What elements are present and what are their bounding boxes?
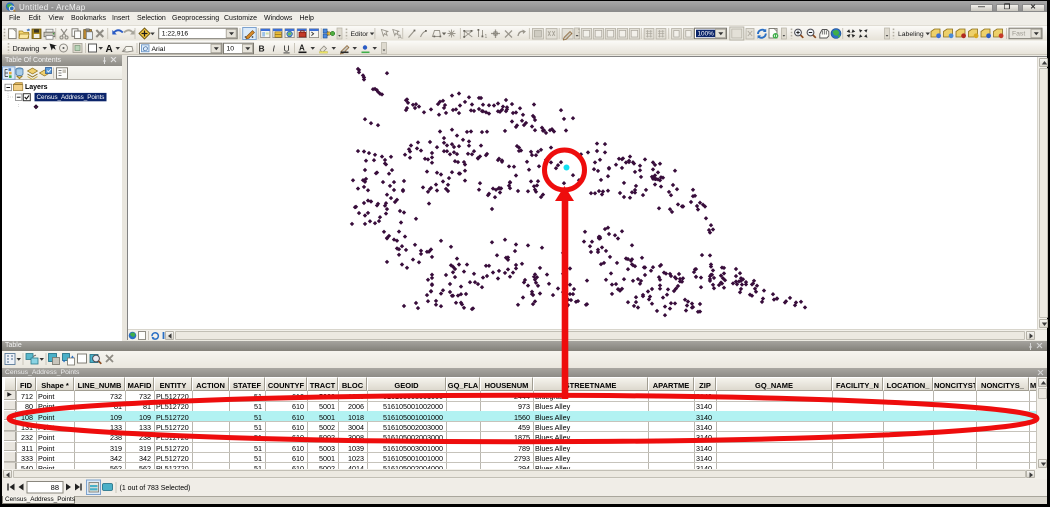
svg-text:B: B bbox=[259, 44, 265, 54]
svg-text:Drawing: Drawing bbox=[13, 44, 40, 53]
svg-text:A: A bbox=[299, 44, 305, 53]
svg-text:U: U bbox=[284, 44, 290, 54]
svg-text:1:22,916: 1:22,916 bbox=[162, 31, 189, 38]
svg-text:I: I bbox=[273, 44, 276, 54]
svg-text:A: A bbox=[106, 44, 113, 55]
svg-text:Fast: Fast bbox=[1012, 31, 1025, 38]
svg-text:88: 88 bbox=[51, 483, 59, 492]
svg-text:10: 10 bbox=[227, 46, 235, 53]
svg-text:100%: 100% bbox=[698, 31, 715, 38]
svg-text:Arial: Arial bbox=[152, 46, 166, 53]
svg-text:Labeling: Labeling bbox=[898, 31, 924, 38]
svg-text:A: A bbox=[398, 35, 402, 41]
svg-text:O: O bbox=[143, 46, 148, 53]
svg-text:1: 1 bbox=[485, 34, 488, 40]
svg-text:Editor: Editor bbox=[351, 31, 369, 38]
svg-text:(1 out of 783 Selected): (1 out of 783 Selected) bbox=[120, 485, 191, 492]
